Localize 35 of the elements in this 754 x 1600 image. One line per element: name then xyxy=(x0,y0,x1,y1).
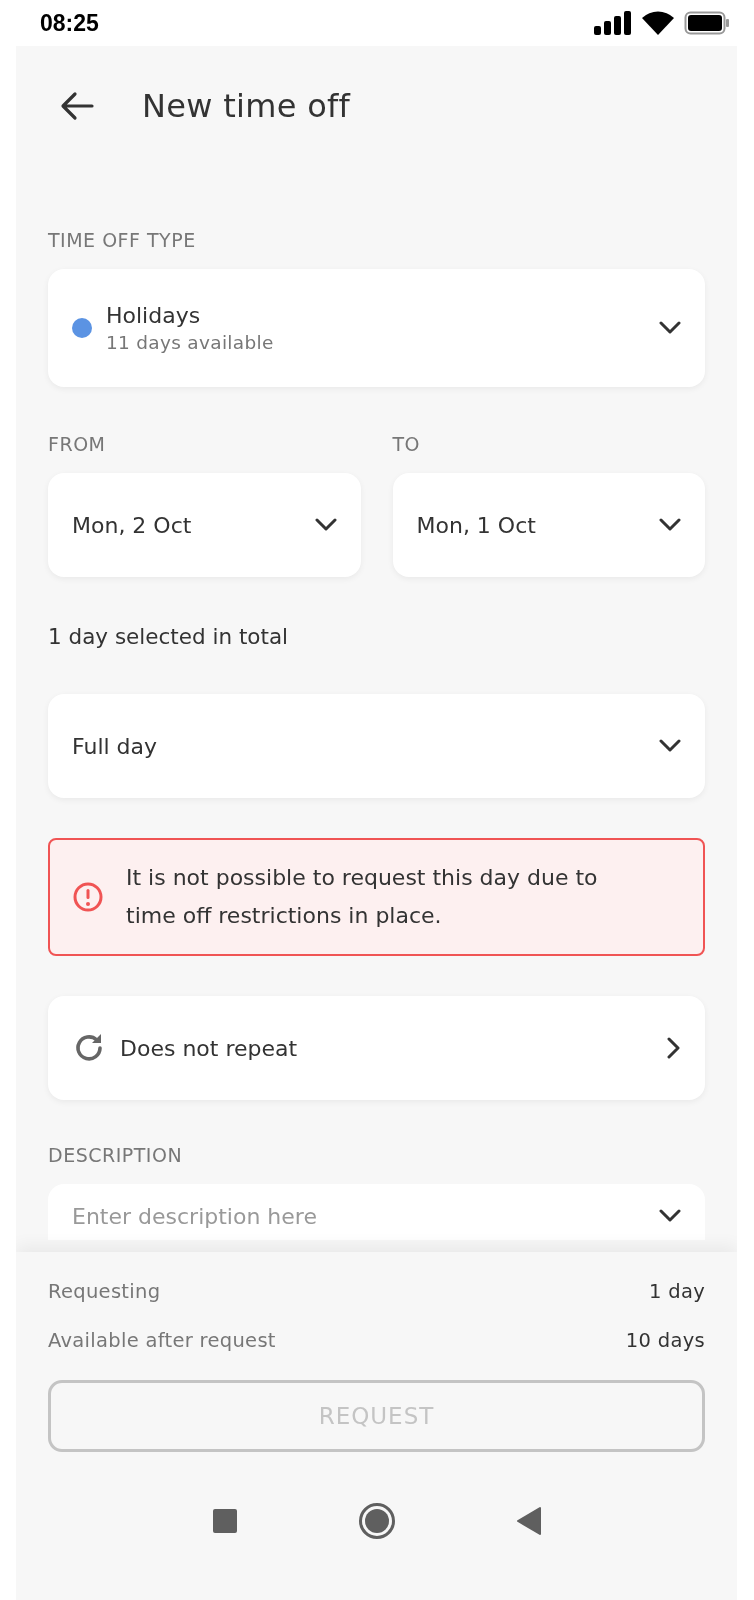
home-icon[interactable] xyxy=(357,1502,396,1540)
summary-value: 1 day xyxy=(649,1280,705,1303)
chevron-right-icon xyxy=(667,1037,681,1059)
chevron-down-icon xyxy=(659,739,681,753)
back-arrow-icon[interactable] xyxy=(60,91,94,121)
duration-dropdown[interactable]: Full day xyxy=(48,694,705,798)
field-label: TO xyxy=(392,433,422,455)
alert-message: It is not possible to request this day due to time off restrictions in place. xyxy=(126,864,599,930)
signal-icon xyxy=(594,11,632,35)
chevron-down-icon xyxy=(659,321,681,335)
warning-icon xyxy=(72,881,104,913)
type-dropdown[interactable]: Holidays 11 days available xyxy=(48,269,705,387)
availability-text: 11 days available xyxy=(106,332,275,353)
field-label: FROM xyxy=(48,433,107,455)
summary-label: Requesting xyxy=(48,1280,161,1303)
date-dropdown[interactable]: Mon, 1 Oct xyxy=(392,473,705,577)
summary-label: Available after request xyxy=(48,1329,276,1352)
section-label: TIME OFF TYPE xyxy=(48,229,197,251)
summary-value: 10 days xyxy=(625,1329,705,1352)
date-dropdown[interactable]: Mon, 2 Oct xyxy=(48,473,361,577)
description-input[interactable]: Enter description here xyxy=(72,1203,649,1229)
description-field[interactable]: Enter description here xyxy=(48,1184,705,1240)
total-days-text: 1 day selected in total xyxy=(48,624,290,649)
chevron-down-icon xyxy=(314,518,337,532)
back-icon[interactable] xyxy=(515,1506,542,1536)
recent-apps-icon[interactable] xyxy=(211,1508,238,1534)
chevron-down-icon xyxy=(659,518,681,532)
repeat-option[interactable]: Does not repeat xyxy=(48,996,705,1100)
wifi-icon xyxy=(642,11,674,35)
section-label: DESCRIPTION xyxy=(48,1144,184,1166)
battery-icon xyxy=(684,11,730,35)
page-title: New time off xyxy=(142,87,351,125)
type-name: Holidays xyxy=(106,303,202,328)
chevron-down-icon xyxy=(659,1209,681,1223)
clock-time: 08:25 xyxy=(40,9,99,37)
